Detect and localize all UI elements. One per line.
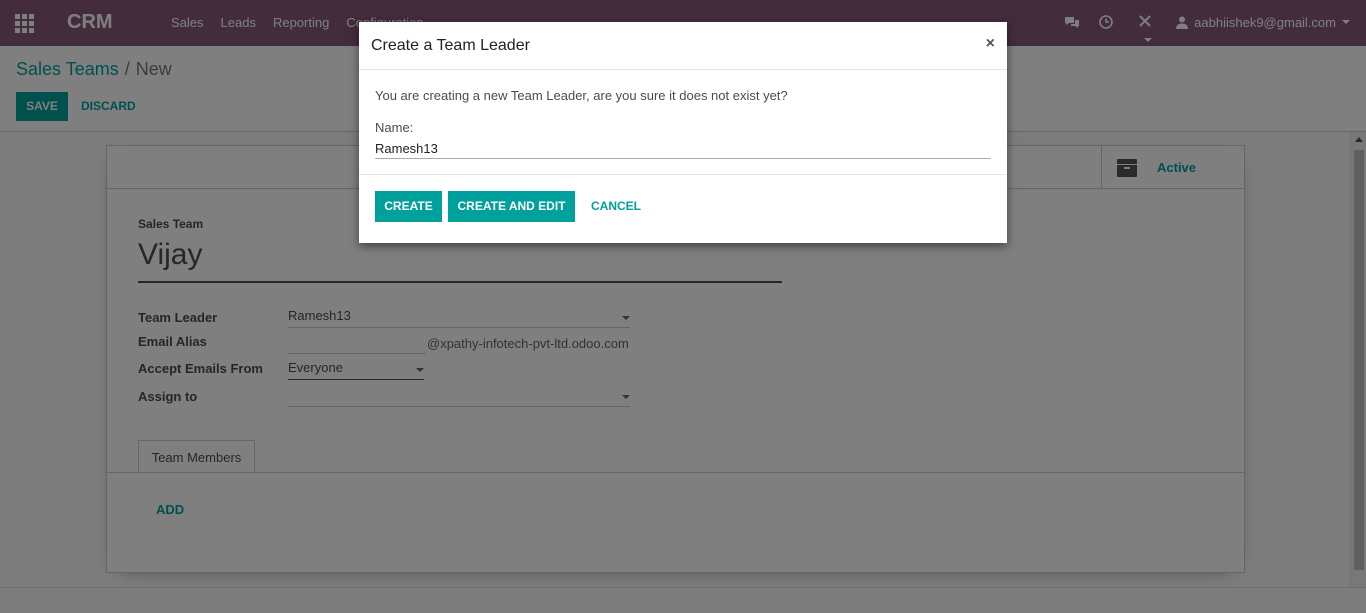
cancel-button[interactable]: CANCEL bbox=[583, 191, 649, 222]
name-label: Name: bbox=[375, 120, 414, 135]
create-and-edit-button[interactable]: CREATE AND EDIT bbox=[448, 191, 575, 222]
create-team-leader-dialog: Create a Team Leader × You are creating … bbox=[359, 22, 1007, 243]
modal-footer: CREATE CREATE AND EDIT CANCEL bbox=[359, 174, 1007, 243]
modal-header: Create a Team Leader × bbox=[359, 22, 1007, 70]
close-icon[interactable]: × bbox=[986, 35, 995, 53]
name-input[interactable] bbox=[375, 139, 991, 159]
modal-body: You are creating a new Team Leader, are … bbox=[359, 70, 1007, 175]
modal-message: You are creating a new Team Leader, are … bbox=[375, 88, 788, 103]
create-button[interactable]: CREATE bbox=[375, 191, 442, 222]
modal-title: Create a Team Leader bbox=[371, 37, 530, 54]
